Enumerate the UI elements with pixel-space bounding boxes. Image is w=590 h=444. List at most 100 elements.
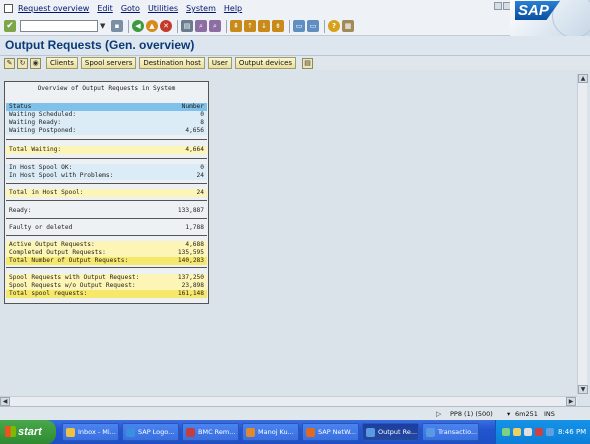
- print-icon[interactable]: ▤: [181, 20, 193, 32]
- taskbar-item-transactions[interactable]: Transactio...: [422, 423, 479, 441]
- save-icon[interactable]: ▪: [111, 20, 123, 32]
- row-label: Faulty or deleted: [9, 224, 73, 231]
- row-label: Total in Host Spool:: [9, 189, 84, 196]
- taskbar-item-sap-netweaver[interactable]: SAP NetW...: [302, 423, 359, 441]
- overview-row: Faulty or deleted 1,788: [6, 224, 207, 232]
- outlook-icon: [66, 428, 75, 437]
- overview-row: Active Output Requests: 4,688: [6, 241, 207, 249]
- row-value: 8: [200, 119, 204, 126]
- print-icon[interactable]: ▤: [302, 57, 314, 69]
- scroll-left-icon[interactable]: ◀: [0, 397, 10, 406]
- windows-logo-icon: [5, 426, 16, 437]
- overview-header-row: Status Number: [6, 103, 207, 111]
- row-label: Active Output Requests:: [9, 241, 95, 248]
- windows-taskbar: start Inbox - Mi... SAP Logo... BMC Rem.…: [0, 420, 590, 444]
- shortcut-icon[interactable]: ▭: [307, 20, 319, 32]
- row-label: Waiting Scheduled:: [9, 111, 77, 118]
- ok-icon[interactable]: ✔: [4, 20, 16, 32]
- clients-button[interactable]: Clients: [46, 57, 78, 69]
- task-label: SAP NetW...: [318, 428, 356, 436]
- row-label: Spool Requests with Output Request:: [9, 274, 140, 281]
- row-value: 0: [200, 164, 204, 171]
- new-session-icon[interactable]: ▭: [293, 20, 305, 32]
- volume-icon[interactable]: [524, 428, 532, 436]
- alert-icon[interactable]: [535, 428, 543, 436]
- scroll-up-icon[interactable]: ▲: [578, 74, 588, 83]
- status-server-arrow-icon[interactable]: ▾: [507, 409, 510, 419]
- spool-servers-button[interactable]: Spool servers: [80, 57, 137, 69]
- system-menu-icon[interactable]: [4, 4, 13, 13]
- network-icon[interactable]: [502, 428, 510, 436]
- menu-goto[interactable]: Goto: [121, 4, 140, 13]
- security-icon[interactable]: [513, 428, 521, 436]
- task-label: Inbox - Mi...: [78, 428, 116, 436]
- row-value: 161,148: [177, 290, 204, 297]
- chat-icon: [246, 428, 255, 437]
- destination-host-button[interactable]: Destination host: [139, 57, 205, 69]
- output-devices-button[interactable]: Output devices: [234, 57, 297, 69]
- menu-edit[interactable]: Edit: [97, 4, 113, 13]
- taskbar-item-inbox[interactable]: Inbox - Mi...: [62, 423, 119, 441]
- logo-arc-icon: [552, 0, 590, 36]
- prev-page-icon[interactable]: ↑: [244, 20, 256, 32]
- row-label: In Host Spool with Problems:: [9, 172, 114, 179]
- divider: [6, 235, 207, 236]
- cancel-icon[interactable]: ✕: [160, 20, 172, 32]
- refresh-icon[interactable]: ↻: [17, 57, 28, 69]
- header-status-label: Status: [9, 103, 32, 110]
- task-label: BMC Rem...: [198, 428, 236, 436]
- browser-icon: [306, 428, 315, 437]
- exit-icon[interactable]: ▲: [146, 20, 158, 32]
- toolbar-separator: [289, 19, 290, 33]
- menu-help[interactable]: Help: [224, 4, 242, 13]
- start-button[interactable]: start: [0, 420, 56, 444]
- title-bar: Output Requests (Gen. overview): [0, 36, 590, 56]
- overview-total-row: Total Number of Output Requests: 140,283: [6, 257, 207, 265]
- taskbar-item-manoj[interactable]: Manoj Ku...: [242, 423, 299, 441]
- clock[interactable]: 8:46 PM: [558, 420, 586, 444]
- status-server: 6m251: [515, 410, 538, 418]
- row-value: 140,283: [177, 257, 204, 264]
- row-value: 23,898: [181, 282, 204, 289]
- find-icon[interactable]: ⌕: [195, 20, 207, 32]
- status-system: PP8 (1) (500): [450, 410, 493, 418]
- user-button[interactable]: User: [207, 57, 232, 69]
- customize-icon[interactable]: ▦: [342, 20, 354, 32]
- toolbar-separator: [226, 19, 227, 33]
- toolbar-separator: [177, 19, 178, 33]
- edit-icon[interactable]: ✎: [4, 57, 15, 69]
- minimize-button[interactable]: [494, 2, 502, 10]
- row-value: 0: [200, 111, 204, 118]
- overview-total-row: Total in Host Spool: 24: [6, 189, 207, 197]
- taskbar-item-bmc-remedy[interactable]: BMC Rem...: [182, 423, 239, 441]
- next-page-icon[interactable]: ↓: [258, 20, 270, 32]
- taskbar-item-sap-logon[interactable]: SAP Logo...: [122, 423, 179, 441]
- find-next-icon[interactable]: ⌕: [209, 20, 221, 32]
- scroll-right-icon[interactable]: ▶: [566, 397, 576, 406]
- taskbar-item-output-requests[interactable]: Output Re...: [362, 423, 419, 441]
- overview-row: Spool Requests with Output Request: 137,…: [6, 274, 207, 282]
- toolbar-separator: [128, 19, 129, 33]
- messenger-icon[interactable]: [546, 428, 554, 436]
- command-field[interactable]: [20, 20, 98, 32]
- menu-utilities[interactable]: Utilities: [148, 4, 178, 13]
- divider: [6, 139, 207, 140]
- menu-system[interactable]: System: [186, 4, 216, 13]
- status-expand-icon[interactable]: ▷: [436, 410, 441, 418]
- divider: [6, 183, 207, 184]
- command-dropdown-icon[interactable]: ▼: [100, 20, 108, 32]
- row-label: Total Number of Output Requests:: [9, 257, 129, 264]
- menu-request-overview[interactable]: Request overview: [18, 4, 89, 13]
- help-icon[interactable]: ?: [328, 20, 340, 32]
- back-icon[interactable]: ◀: [132, 20, 144, 32]
- row-value: 4,656: [185, 127, 204, 134]
- row-value: 135,595: [177, 249, 204, 256]
- overview-row: Waiting Ready: 8: [6, 119, 207, 127]
- overview-row: Ready: 133,887: [6, 207, 207, 215]
- vertical-scrollbar[interactable]: ▲ ▼: [577, 74, 588, 394]
- last-page-icon[interactable]: ⇟: [272, 20, 284, 32]
- display-icon[interactable]: ◉: [30, 57, 41, 69]
- first-page-icon[interactable]: ⇞: [230, 20, 242, 32]
- scroll-down-icon[interactable]: ▼: [578, 385, 588, 394]
- horizontal-scrollbar[interactable]: ◀ ▶: [0, 396, 577, 406]
